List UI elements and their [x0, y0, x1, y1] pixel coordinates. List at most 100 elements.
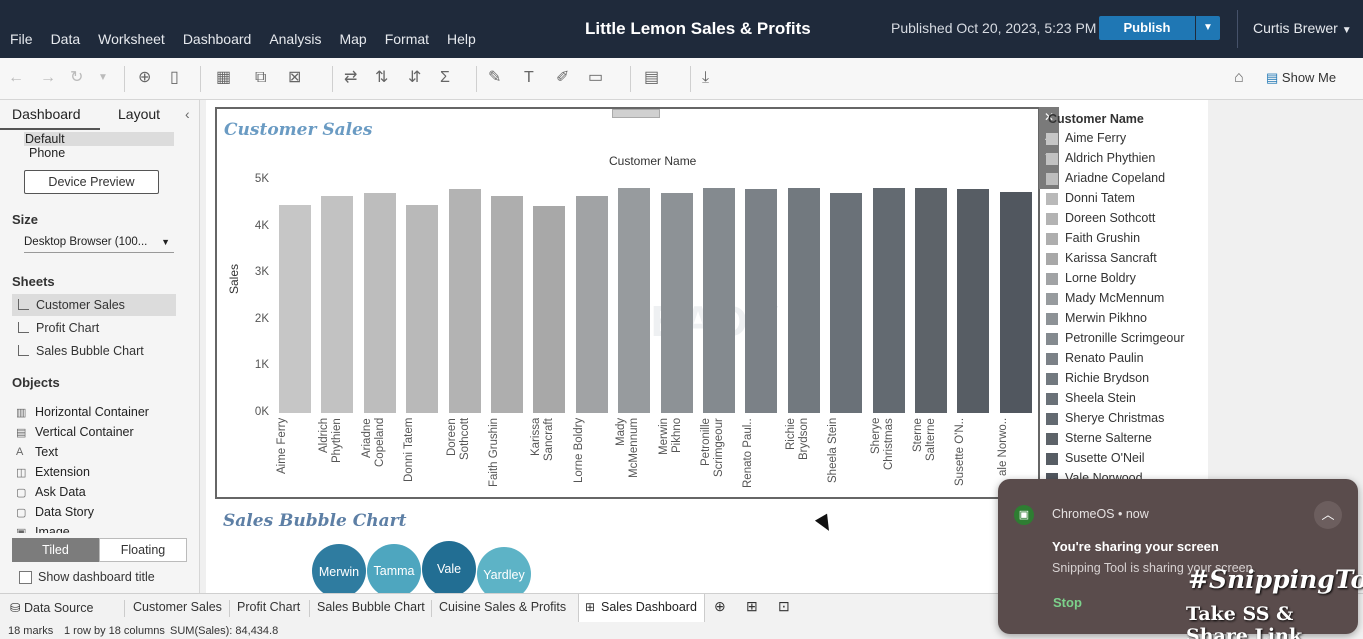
- publish-dropdown-button[interactable]: ▼: [1196, 16, 1220, 40]
- collapse-notification-button[interactable]: ︿: [1314, 501, 1342, 529]
- bubble-tamma[interactable]: Tamma: [367, 544, 421, 598]
- paint-icon[interactable]: ⌂: [1234, 68, 1244, 88]
- sort-descending-icon[interactable]: ⇵: [408, 68, 421, 88]
- legend-label: Renato Paulin: [1065, 351, 1144, 365]
- bar-karissa-sancraft[interactable]: [533, 206, 566, 413]
- duplicate-sheet-icon[interactable]: ⧉: [255, 68, 266, 88]
- show-title-checkbox[interactable]: [19, 571, 32, 584]
- text-label-icon[interactable]: T: [524, 68, 534, 88]
- chevron-down-icon: ▼: [1203, 22, 1213, 33]
- replay-icon[interactable]: ↻: [70, 68, 83, 88]
- bar-susette-o-neil[interactable]: [957, 189, 990, 413]
- sheet-item-sales-bubble-chart[interactable]: Sales Bubble Chart: [12, 340, 176, 362]
- legend-swatch: [1046, 353, 1058, 365]
- object-extension[interactable]: ◫ Extension: [16, 465, 90, 479]
- annotate-icon[interactable]: ✐: [556, 68, 569, 88]
- tab-customer-sales[interactable]: Customer Sales: [133, 600, 222, 614]
- tab-data-source[interactable]: ⛁ Data Source: [10, 600, 93, 615]
- show-me-button[interactable]: ▤ Show Me: [1266, 70, 1336, 86]
- menu-format[interactable]: Format: [385, 31, 429, 47]
- sheet-item-customer-sales[interactable]: Customer Sales: [12, 294, 176, 316]
- legend-label: Sherye Christmas: [1065, 411, 1165, 425]
- chevron-down-icon[interactable]: ▼: [98, 68, 108, 88]
- tab-label: Sales Dashboard: [601, 600, 697, 614]
- object-vertical-container[interactable]: ▤ Vertical Container: [16, 425, 134, 439]
- bar-sterne-salterne[interactable]: [915, 188, 947, 413]
- bar-ariadne-copeland[interactable]: [363, 193, 396, 413]
- clear-sheet-icon[interactable]: ⊠: [288, 68, 301, 88]
- menu-worksheet[interactable]: Worksheet: [98, 31, 165, 47]
- sheet-item-profit-chart[interactable]: Profit Chart: [12, 317, 176, 339]
- bar-merwin-pikhno[interactable]: [660, 192, 693, 413]
- bar-donni-tatem[interactable]: [406, 205, 439, 413]
- menu-map[interactable]: Map: [339, 31, 366, 47]
- new-dashboard-icon[interactable]: ⊞: [746, 598, 758, 615]
- bar-sherye-christmas[interactable]: [872, 188, 905, 413]
- tiled-toggle[interactable]: Tiled: [12, 538, 99, 562]
- object-horizontal-container[interactable]: ▥ Horizontal Container: [16, 405, 149, 419]
- object-ask-data[interactable]: ▢ Ask Data: [16, 485, 86, 499]
- publish-button[interactable]: Publish: [1099, 16, 1195, 40]
- x-tick-label: Sherye Christmas: [870, 418, 908, 500]
- legend-label: Aime Ferry: [1065, 131, 1127, 145]
- undo-icon[interactable]: ←: [8, 68, 24, 88]
- new-story-icon[interactable]: ⊡: [778, 598, 790, 615]
- tab-dashboard[interactable]: Dashboard: [12, 106, 81, 122]
- legend-swatch: [1046, 393, 1058, 405]
- bar-mady-mcmennum[interactable]: [618, 188, 651, 413]
- bar-aldrich-phythien[interactable]: [321, 196, 354, 413]
- bar-vale-norwood[interactable]: [999, 191, 1032, 413]
- customer-sales-worksheet[interactable]: Customer Sales Customer Name Sales READY…: [215, 107, 1040, 499]
- new-worksheet-icon[interactable]: ▦: [216, 68, 231, 88]
- menu-help[interactable]: Help: [447, 31, 476, 47]
- bar-petronille-scrimgeour[interactable]: [703, 188, 735, 413]
- menu-analysis[interactable]: Analysis: [269, 31, 321, 47]
- size-select[interactable]: Desktop Browser (100... ▼: [24, 236, 174, 253]
- bar-sheela-stein[interactable]: [830, 192, 863, 413]
- swap-icon[interactable]: ⇄: [344, 68, 357, 88]
- download-icon[interactable]: ⤓: [702, 68, 709, 88]
- stop-sharing-button[interactable]: Stop: [1053, 595, 1082, 610]
- object-image[interactable]: ▣ Image: [16, 525, 70, 533]
- objects-heading: Objects: [12, 375, 60, 390]
- collapse-icon[interactable]: ‹: [185, 106, 190, 122]
- bubble-vale[interactable]: Vale: [422, 541, 476, 597]
- device-preview-button[interactable]: Device Preview: [24, 170, 159, 194]
- fit-icon[interactable]: ▭: [588, 68, 603, 88]
- tab-sales-bubble-chart[interactable]: Sales Bubble Chart: [317, 600, 425, 614]
- bar-doreen-sothcott[interactable]: [448, 189, 481, 413]
- legend-label: Richie Brydson: [1065, 371, 1150, 385]
- tab-sales-dashboard[interactable]: ⊞ Sales Dashboard: [578, 594, 705, 623]
- tab-cuisine-sales-profits[interactable]: Cuisine Sales & Profits: [439, 600, 566, 614]
- highlight-icon[interactable]: ✎: [488, 68, 501, 88]
- drag-handle[interactable]: [612, 109, 660, 118]
- bar-aime-ferry[interactable]: [279, 204, 311, 413]
- bar-faith-grushin[interactable]: [491, 196, 523, 413]
- sort-ascending-icon[interactable]: ⇅: [375, 68, 388, 88]
- tab-layout[interactable]: Layout: [118, 106, 160, 122]
- bar-renato-paulin[interactable]: [745, 189, 778, 413]
- new-worksheet-icon[interactable]: ⊕: [714, 598, 726, 615]
- totals-icon[interactable]: Σ: [440, 68, 450, 88]
- object-text[interactable]: A Text: [16, 445, 58, 459]
- object-data-story[interactable]: ▢ Data Story: [16, 505, 94, 519]
- color-legend[interactable]: Customer Name Aime Ferry Aldrich Phythien…: [1040, 107, 1206, 481]
- menu-data[interactable]: Data: [51, 31, 81, 47]
- redo-icon[interactable]: →: [40, 68, 56, 88]
- legend-label: Ariadne Copeland: [1065, 171, 1166, 185]
- menu-file[interactable]: File: [10, 31, 33, 47]
- presentation-icon[interactable]: ▤: [644, 68, 659, 88]
- menu-dashboard[interactable]: Dashboard: [183, 31, 252, 47]
- bar-richie-brydson[interactable]: [787, 187, 820, 413]
- bubble-merwin[interactable]: Merwin: [312, 544, 366, 598]
- device-phone[interactable]: Phone: [29, 146, 65, 160]
- tab-profit-chart[interactable]: Profit Chart: [237, 600, 300, 614]
- new-datasource-icon[interactable]: ⊕: [138, 68, 151, 88]
- user-menu[interactable]: Curtis Brewer ▼: [1253, 20, 1352, 36]
- pause-updates-icon[interactable]: ▯: [170, 68, 179, 88]
- x-tick-text: Faith Grushin: [488, 418, 500, 488]
- floating-toggle[interactable]: Floating: [99, 538, 187, 562]
- device-default[interactable]: Default: [24, 132, 174, 146]
- bar-lorne-boldry[interactable]: [575, 196, 608, 413]
- sheet-icon: [18, 322, 29, 333]
